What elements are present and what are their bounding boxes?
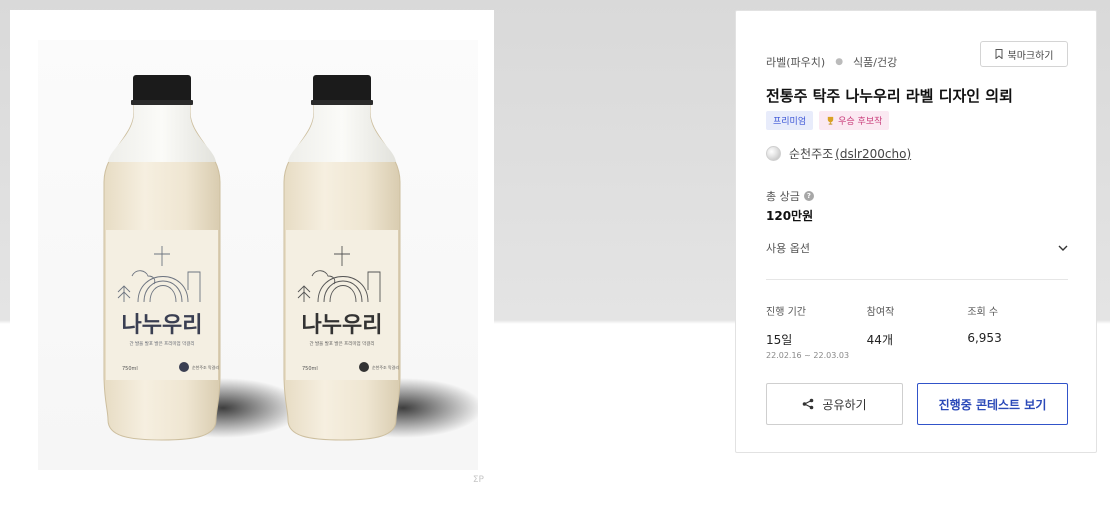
- bottle-2: 나누우리 간 발을 발포 발은 프리미엄 막걸리 750ml 순천주조 막걸리: [283, 75, 401, 441]
- svg-text:순천주조 막걸리: 순천주조 막걸리: [192, 364, 219, 370]
- bookmark-icon: [995, 49, 1002, 59]
- award-badge-label: 우승 후보작: [838, 117, 883, 127]
- stat-date-range: 22.02.16 ~ 22.03.03: [766, 351, 850, 360]
- stat-value: 44개: [866, 333, 893, 347]
- svg-text:750ml: 750ml: [302, 366, 318, 372]
- chevron-down-icon: [1058, 245, 1068, 251]
- options-label: 사용 옵션: [766, 242, 810, 255]
- view-ongoing-contests-button[interactable]: 진행중 콘테스트 보기: [917, 383, 1068, 425]
- premium-badge: 프리미엄: [766, 111, 814, 130]
- breadcrumb-category[interactable]: 라벨(파우치): [766, 54, 825, 70]
- contest-title: 전통주 탁주 나누우리 라벨 디자인 의뢰: [766, 87, 1013, 105]
- prize-label: 총 상금 ?: [766, 188, 814, 204]
- stat-value: 15일: [766, 333, 793, 347]
- bookmark-label: 북마크하기: [1007, 50, 1054, 62]
- breadcrumb-subcategory[interactable]: 식품/건강: [853, 54, 897, 70]
- svg-text:순천주조 막걸리: 순천주조 막걸리: [372, 364, 399, 370]
- help-icon[interactable]: ?: [803, 191, 814, 201]
- options-toggle[interactable]: 사용 옵션: [766, 239, 1068, 257]
- author-name: 순천주조: [789, 147, 834, 161]
- bookmark-button[interactable]: 북마크하기: [980, 41, 1068, 67]
- stat-entries: 참여작 44개: [867, 303, 968, 360]
- share-button[interactable]: 공유하기: [766, 383, 903, 425]
- bottle-2-brand: 나누우리: [302, 313, 383, 338]
- award-badge: 우승 후보작: [819, 111, 890, 130]
- stats: 진행 기간 15일 22.02.16 ~ 22.03.03 참여작 44개 조회…: [766, 303, 1068, 360]
- share-label: 공유하기: [822, 397, 867, 412]
- stat-label: 조회 수: [967, 307, 999, 318]
- share-icon: [803, 398, 814, 410]
- product-image[interactable]: 나누우리 간 발을 발포 발은 프리미엄 막걸리 750ml 순천주조 막걸리: [10, 10, 494, 493]
- avatar: [766, 146, 781, 161]
- bottle-1-brand: 나누우리: [122, 313, 203, 338]
- breadcrumb: 라벨(파우치) ● 식품/건강: [766, 54, 897, 70]
- breadcrumb-separator: ●: [835, 57, 844, 67]
- product-photo: 나누우리 간 발을 발포 발은 프리미엄 막걸리 750ml 순천주조 막걸리: [38, 40, 483, 470]
- stat-duration: 진행 기간 15일 22.02.16 ~ 22.03.03: [766, 303, 867, 360]
- image-watermark: ΣΡ: [472, 475, 484, 485]
- bottles-illustration: 나누우리 간 발을 발포 발은 프리미엄 막걸리 750ml 순천주조 막걸리: [103, 75, 483, 441]
- trophy-icon: [827, 116, 834, 125]
- stat-label: 참여작: [866, 307, 895, 318]
- stat-label: 진행 기간: [766, 307, 806, 318]
- prize-value: 120만원: [766, 209, 814, 223]
- divider: [766, 279, 1068, 280]
- stat-value: 6,953: [967, 331, 1002, 345]
- bottle-1: 나누우리 간 발을 발포 발은 프리미엄 막걸리 750ml 순천주조 막걸리: [103, 75, 221, 441]
- contest-info-panel: 라벨(파우치) ● 식품/건강 북마크하기 전통주 탁주 나누우리 라벨 디자인…: [735, 10, 1097, 453]
- stat-views: 조회 수 6,953: [967, 303, 1068, 360]
- author[interactable]: 순천주조 (dslr200cho): [766, 145, 911, 162]
- svg-text:간 발을 발포 발은 프리미엄 막걸리: 간 발을 발포 발은 프리미엄 막걸리: [309, 340, 374, 347]
- author-handle[interactable]: (dslr200cho): [835, 147, 911, 161]
- badges: 프리미엄 우승 후보작: [766, 111, 890, 130]
- svg-text:간 발을 발포 발은 프리미엄 막걸리: 간 발을 발포 발은 프리미엄 막걸리: [129, 340, 194, 347]
- svg-text:750ml: 750ml: [122, 366, 138, 372]
- prize-label-text: 총 상금: [766, 190, 800, 203]
